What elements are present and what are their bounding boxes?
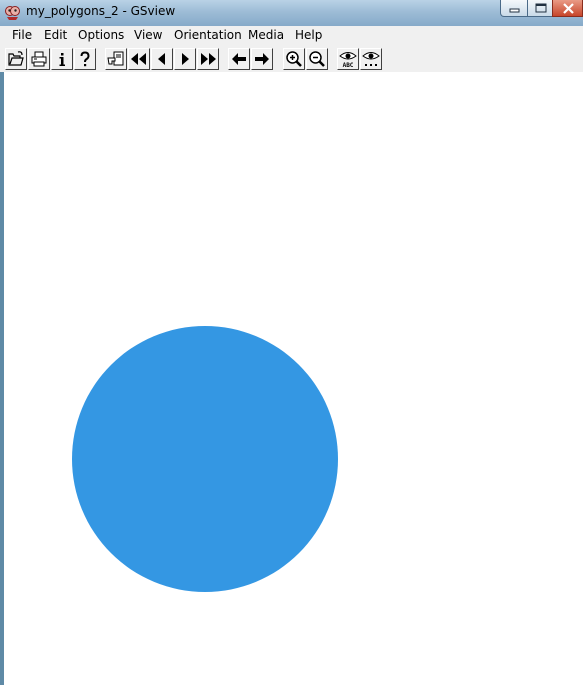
gsview-app-icon[interactable]	[4, 4, 21, 21]
document-canvas	[72, 326, 338, 592]
zoom-in-icon	[286, 51, 302, 67]
right-triangle-icon	[182, 53, 189, 65]
next-page-button[interactable]	[174, 48, 196, 70]
zoom-in-button[interactable]	[283, 48, 305, 70]
pointing-hand-page-icon	[107, 51, 124, 66]
eye-text-icon: ABC	[339, 52, 357, 69]
menu-options[interactable]: Options	[78, 28, 124, 42]
toolbar: ABC	[0, 46, 583, 72]
eye-dots-icon	[362, 52, 380, 66]
double-left-arrow-icon	[131, 53, 146, 65]
question-mark-icon	[80, 51, 90, 67]
blue-circle	[72, 326, 338, 592]
right-arrow-icon	[255, 53, 269, 65]
back-button[interactable]	[228, 48, 250, 70]
menu-file[interactable]: File	[12, 28, 32, 42]
menu-view[interactable]: View	[134, 28, 162, 42]
menu-help[interactable]: Help	[295, 28, 322, 42]
title-bar: my_polygons_2 - GSview	[0, 0, 583, 26]
info-icon	[59, 53, 65, 66]
goto-page-button[interactable]	[105, 48, 127, 70]
printer-icon	[31, 51, 47, 67]
print-button[interactable]	[28, 48, 50, 70]
show-all-button[interactable]	[360, 48, 382, 70]
open-folder-icon	[8, 51, 24, 66]
forward-button[interactable]	[251, 48, 273, 70]
left-triangle-icon	[158, 53, 165, 65]
minimize-icon	[509, 8, 520, 13]
double-right-arrow-icon	[201, 53, 216, 65]
abc-label: ABC	[343, 62, 354, 69]
first-page-button[interactable]	[128, 48, 150, 70]
zoom-out-button[interactable]	[306, 48, 328, 70]
menu-media[interactable]: Media	[248, 28, 284, 42]
menu-orientation[interactable]: Orientation	[174, 28, 242, 42]
zoom-out-icon	[309, 51, 325, 67]
window-title: my_polygons_2 - GSview	[26, 4, 176, 18]
maximize-button[interactable]	[527, 0, 553, 17]
last-page-button[interactable]	[197, 48, 219, 70]
close-button[interactable]	[552, 0, 583, 17]
info-button[interactable]	[51, 48, 73, 70]
document-view[interactable]	[4, 72, 583, 685]
menu-edit[interactable]: Edit	[44, 28, 67, 42]
previous-page-button[interactable]	[151, 48, 173, 70]
left-arrow-icon	[232, 53, 246, 65]
maximize-icon	[535, 3, 547, 13]
menu-bar: File Edit Options View Orientation Media…	[0, 26, 583, 47]
open-button[interactable]	[5, 48, 27, 70]
help-button[interactable]	[74, 48, 96, 70]
show-text-button[interactable]: ABC	[337, 48, 359, 70]
minimize-button[interactable]	[500, 0, 528, 17]
close-icon	[563, 3, 574, 14]
